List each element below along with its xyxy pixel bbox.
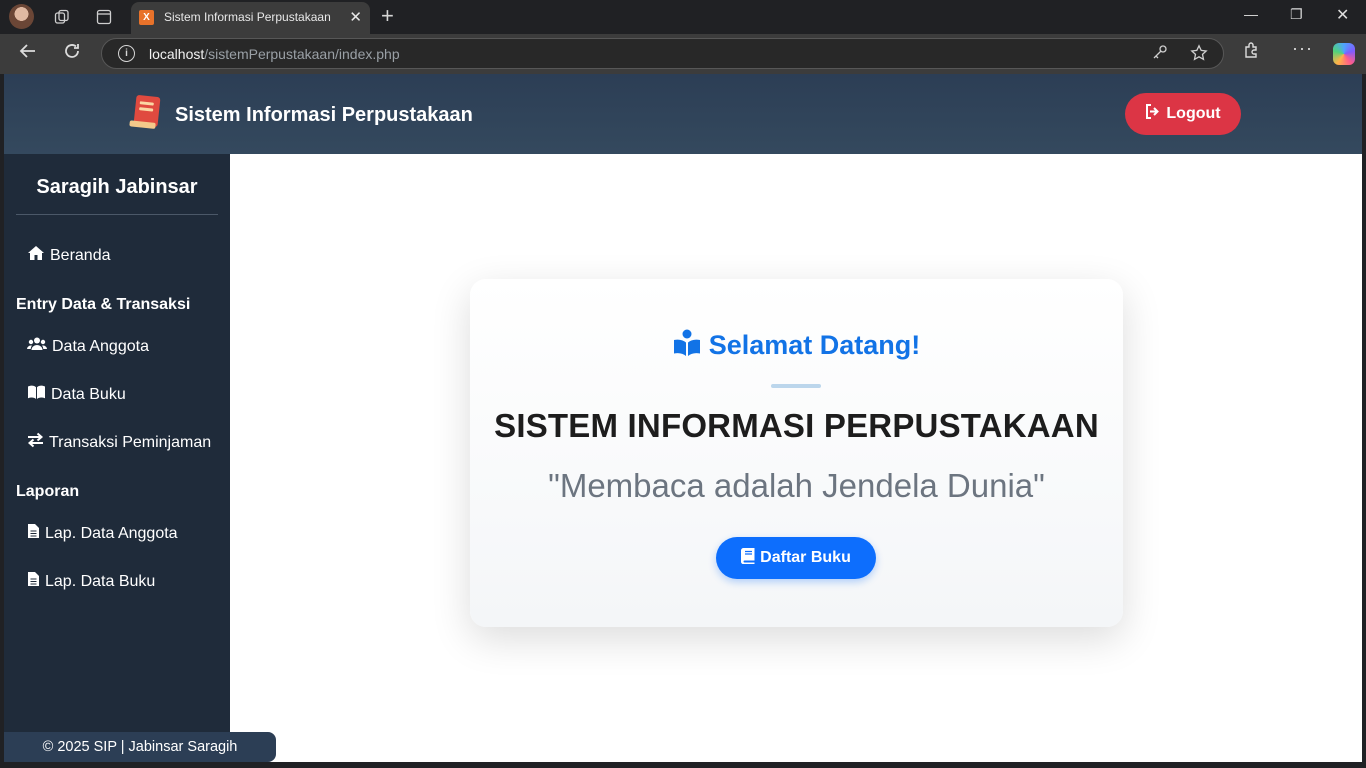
sidebar-item-transaksi-peminjaman[interactable]: Transaksi Peminjaman xyxy=(27,432,211,453)
new-tab-icon[interactable]: + xyxy=(381,3,394,29)
favorite-star-icon[interactable] xyxy=(1190,44,1208,67)
profile-avatar[interactable] xyxy=(9,4,34,29)
minimize-icon[interactable]: — xyxy=(1244,6,1258,22)
sidebar-item-label: Beranda xyxy=(50,246,111,264)
sidebar-divider xyxy=(16,214,218,215)
back-icon[interactable] xyxy=(18,41,38,67)
welcome-card: Selamat Datang! SISTEM INFORMASI PERPUST… xyxy=(470,279,1123,627)
url-text[interactable]: localhost/sistemPerpustakaan/index.php xyxy=(149,46,400,62)
password-key-icon[interactable] xyxy=(1152,44,1168,65)
sidebar-item-label: Data Anggota xyxy=(52,337,149,355)
title-divider xyxy=(771,384,821,388)
sidebar-item-label: Lap. Data Buku xyxy=(45,572,156,590)
app-brand-title[interactable]: Sistem Informasi Perpustakaan xyxy=(175,104,473,127)
file-text-icon xyxy=(27,523,40,544)
tab-actions-icon[interactable] xyxy=(92,5,116,29)
extensions-icon[interactable] xyxy=(1243,41,1261,65)
browser-toolbar: i localhost/sistemPerpustakaan/index.php… xyxy=(0,34,1366,74)
sidebar-item-data-anggota[interactable]: Data Anggota xyxy=(27,336,149,357)
sidebar-item-label: Transaksi Peminjaman xyxy=(49,433,212,451)
sidebar-item-beranda[interactable]: Beranda xyxy=(27,245,111,266)
daftar-buku-label: Daftar Buku xyxy=(760,549,851,566)
page-viewport: Sistem Informasi Perpustakaan Logout Sar… xyxy=(4,74,1362,762)
sidebar-item-label: Data Buku xyxy=(51,385,126,403)
sidebar-item-data-buku[interactable]: Data Buku xyxy=(27,384,126,405)
sidebar-item-label: Lap. Data Anggota xyxy=(45,524,178,542)
restore-icon[interactable]: ❐ xyxy=(1290,6,1303,23)
sign-out-icon xyxy=(1145,104,1161,124)
more-menu-icon[interactable]: ··· xyxy=(1292,38,1313,59)
daftar-buku-button[interactable]: Daftar Buku xyxy=(716,537,876,579)
home-icon xyxy=(27,245,45,266)
active-tab[interactable]: X Sistem Informasi Perpustakaan ✕ xyxy=(131,2,370,34)
reload-icon[interactable] xyxy=(62,41,82,67)
welcome-heading: Selamat Datang! xyxy=(470,329,1123,364)
sidebar-section-entry: Entry Data & Transaksi xyxy=(16,296,191,313)
window-bottom-edge xyxy=(0,762,1366,768)
xampp-favicon-icon: X xyxy=(139,10,154,25)
sidebar-item-lap-data-anggota[interactable]: Lap. Data Anggota xyxy=(27,523,178,544)
logout-button[interactable]: Logout xyxy=(1125,93,1241,135)
sidebar-item-lap-data-buku[interactable]: Lap. Data Buku xyxy=(27,571,155,592)
copilot-icon[interactable] xyxy=(1333,43,1355,65)
close-window-icon[interactable]: ✕ xyxy=(1336,5,1349,25)
logout-label: Logout xyxy=(1166,105,1221,122)
sidebar-user-name: Saragih Jabinsar xyxy=(36,176,198,198)
address-bar[interactable]: i localhost/sistemPerpustakaan/index.php xyxy=(101,38,1224,69)
open-book-icon xyxy=(27,384,46,405)
app-header: Sistem Informasi Perpustakaan Logout xyxy=(4,74,1362,154)
motto-quote: "Membaca adalah Jendela Dunia" xyxy=(548,467,1045,504)
footer-copyright: © 2025 SIP | Jabinsar Saragih xyxy=(4,732,276,762)
tab-title: Sistem Informasi Perpustakaan xyxy=(164,10,331,24)
sidebar-section-laporan: Laporan xyxy=(16,483,80,500)
browser-tab-bar: X Sistem Informasi Perpustakaan ✕ + — ❐ … xyxy=(0,0,1366,34)
sidebar: Saragih Jabinsar Beranda Entry Data & Tr… xyxy=(4,154,230,762)
site-info-icon[interactable]: i xyxy=(118,45,135,62)
tab-close-icon[interactable]: ✕ xyxy=(349,8,362,26)
main-title: SISTEM INFORMASI PERPUSTAKAAN xyxy=(494,407,1099,444)
users-icon xyxy=(27,336,47,357)
book-icon xyxy=(741,547,755,569)
workspaces-icon[interactable] xyxy=(50,5,74,29)
reader-book-icon xyxy=(673,329,701,364)
book-logo-icon xyxy=(129,94,163,132)
file-text-icon xyxy=(27,571,40,592)
exchange-arrows-icon xyxy=(27,432,44,453)
